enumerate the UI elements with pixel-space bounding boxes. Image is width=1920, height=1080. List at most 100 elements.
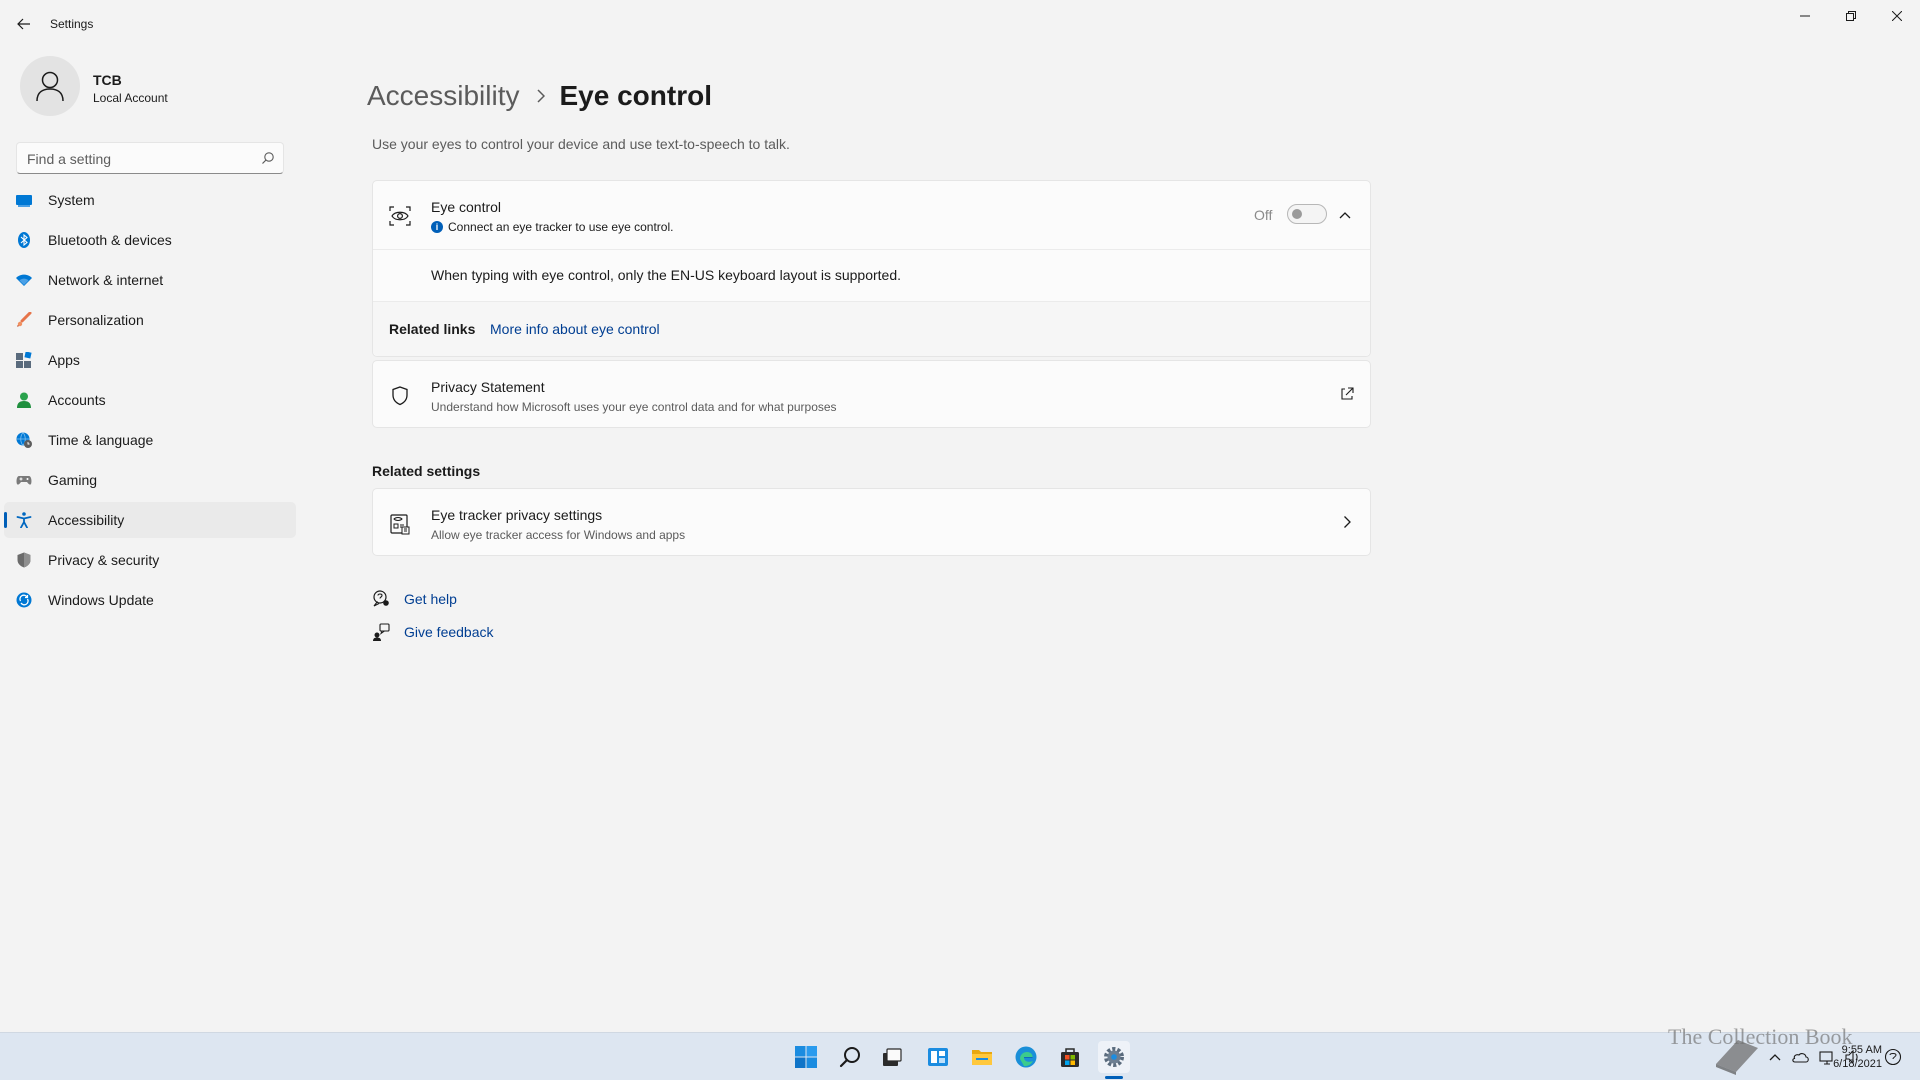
page-description: Use your eyes to control your device and…: [372, 136, 790, 152]
profile-account-type: Local Account: [93, 91, 168, 105]
related-links-label: Related links: [389, 321, 476, 337]
related-settings-heading: Related settings: [372, 463, 481, 479]
globe-clock-icon: [16, 432, 32, 448]
sidebar-item-apps[interactable]: Apps: [4, 342, 296, 378]
sidebar-item-windows-update[interactable]: Windows Update: [4, 582, 296, 618]
sidebar-item-accessibility[interactable]: Accessibility: [4, 502, 296, 538]
toggle-state-label: Off: [1254, 207, 1273, 223]
sidebar-item-system[interactable]: System: [4, 182, 296, 218]
sidebar-item-personalization[interactable]: Personalization: [4, 302, 296, 338]
privacy-statement-subtitle: Understand how Microsoft uses your eye c…: [431, 400, 837, 414]
start-button[interactable]: [790, 1041, 822, 1073]
eye-control-card: Eye control i Connect an eye tracker to …: [372, 180, 1371, 357]
breadcrumb-separator: [537, 89, 546, 103]
onedrive-cloud-icon[interactable]: [1790, 1050, 1810, 1064]
eye-tracker-privacy-subtitle: Allow eye tracker access for Windows and…: [431, 528, 686, 542]
task-view-button[interactable]: [876, 1041, 908, 1073]
eye-control-toggle[interactable]: [1287, 204, 1327, 224]
title-bar: Settings: [0, 0, 1920, 48]
search-icon: [839, 1047, 860, 1068]
brush-icon: [17, 312, 32, 327]
sidebar-item-privacy-security[interactable]: Privacy & security: [4, 542, 296, 578]
get-help-row: Get help: [372, 587, 457, 611]
eye-tracker-device-icon: [390, 514, 410, 535]
breadcrumb-parent-link[interactable]: Accessibility: [367, 80, 519, 112]
sidebar-item-label: Accessibility: [48, 512, 125, 528]
person-avatar-icon: [36, 71, 64, 102]
open-external-icon: [1341, 387, 1354, 400]
accessibility-icon: [16, 512, 32, 528]
sidebar-item-label: Accounts: [48, 392, 106, 408]
back-button[interactable]: [10, 12, 38, 36]
get-help-link[interactable]: Get help: [404, 591, 457, 607]
profile-name: TCB: [93, 72, 122, 88]
search-box: [16, 142, 284, 174]
wifi-icon: [16, 274, 32, 286]
store-button[interactable]: [1054, 1041, 1086, 1073]
toggle-knob: [1292, 209, 1302, 219]
notification-icon[interactable]: [1884, 1048, 1902, 1066]
eye-control-header[interactable]: Eye control i Connect an eye tracker to …: [373, 181, 1370, 249]
gamepad-icon: [16, 476, 32, 485]
sidebar-item-bluetooth[interactable]: Bluetooth & devices: [4, 222, 296, 258]
chevron-up-icon[interactable]: [1768, 1052, 1782, 1062]
shield-icon: [17, 552, 31, 568]
windows-start-icon: [795, 1046, 817, 1068]
sidebar-item-label: Gaming: [48, 472, 98, 488]
apps-icon: [16, 352, 32, 368]
sidebar-item-label: Apps: [48, 352, 80, 368]
eye-tracking-icon: [389, 206, 411, 226]
sidebar-item-label: Privacy & security: [48, 552, 160, 568]
clock-date: 6/18/2021: [1833, 1058, 1882, 1070]
get-help-icon: [373, 590, 389, 607]
search-input[interactable]: [27, 149, 247, 169]
sidebar-item-label: Time & language: [48, 432, 154, 448]
eye-control-note-row: When typing with eye control, only the E…: [373, 249, 1370, 301]
taskbar-search-button[interactable]: [834, 1041, 866, 1073]
widgets-button[interactable]: [922, 1041, 954, 1073]
sidebar-nav: System Bluetooth & devices Network & int…: [4, 182, 296, 622]
avatar: [20, 56, 80, 116]
sidebar-item-gaming[interactable]: Gaming: [4, 462, 296, 498]
sidebar-item-label: Network & internet: [48, 272, 164, 288]
close-button[interactable]: [1874, 0, 1920, 32]
user-profile[interactable]: TCB Local Account: [20, 56, 300, 120]
privacy-statement-title: Privacy Statement: [431, 379, 545, 395]
taskbar: 9:55 AM 6/18/2021: [0, 1032, 1920, 1080]
widgets-icon: [928, 1048, 948, 1066]
related-links-row: Related links More info about eye contro…: [373, 301, 1370, 356]
sidebar-item-network[interactable]: Network & internet: [4, 262, 296, 298]
give-feedback-link[interactable]: Give feedback: [404, 624, 494, 640]
more-info-link[interactable]: More info about eye control: [490, 321, 660, 337]
back-arrow-icon: [17, 18, 30, 30]
settings-taskbar-button[interactable]: [1098, 1041, 1130, 1073]
eye-tracker-privacy-title: Eye tracker privacy settings: [431, 507, 603, 523]
eye-control-title: Eye control: [431, 199, 502, 215]
edge-button[interactable]: [1010, 1041, 1042, 1073]
info-icon: i: [431, 221, 443, 233]
sidebar-item-accounts[interactable]: Accounts: [4, 382, 296, 418]
eye-control-subtitle-row: i Connect an eye tracker to use eye cont…: [431, 220, 673, 234]
minimize-button[interactable]: [1782, 0, 1828, 32]
collapse-button[interactable]: [1335, 205, 1355, 225]
settings-window: Settings TCB Local Account System Blueto…: [0, 0, 1920, 1032]
file-explorer-button[interactable]: [966, 1041, 998, 1073]
bluetooth-icon: [18, 232, 30, 248]
settings-icon: [1104, 1047, 1124, 1067]
sidebar-item-label: System: [48, 192, 95, 208]
eye-control-note: When typing with eye control, only the E…: [431, 267, 902, 283]
person-icon: [17, 392, 31, 408]
sidebar-item-label: Personalization: [48, 312, 144, 328]
sidebar-item-time-language[interactable]: Time & language: [4, 422, 296, 458]
shield-outline-icon: [392, 386, 408, 406]
chevron-right-icon: [1344, 516, 1351, 528]
eye-tracker-privacy-card[interactable]: Eye tracker privacy settings Allow eye t…: [372, 488, 1371, 556]
search-icon[interactable]: [261, 151, 275, 165]
minimize-icon: [1800, 15, 1810, 17]
active-app-indicator: [1105, 1076, 1123, 1079]
breadcrumb: Accessibility Eye control: [367, 76, 712, 116]
close-icon: [1892, 11, 1902, 21]
privacy-statement-card[interactable]: Privacy Statement Understand how Microso…: [372, 360, 1371, 428]
store-icon: [1061, 1048, 1079, 1067]
restore-button[interactable]: [1828, 0, 1874, 32]
